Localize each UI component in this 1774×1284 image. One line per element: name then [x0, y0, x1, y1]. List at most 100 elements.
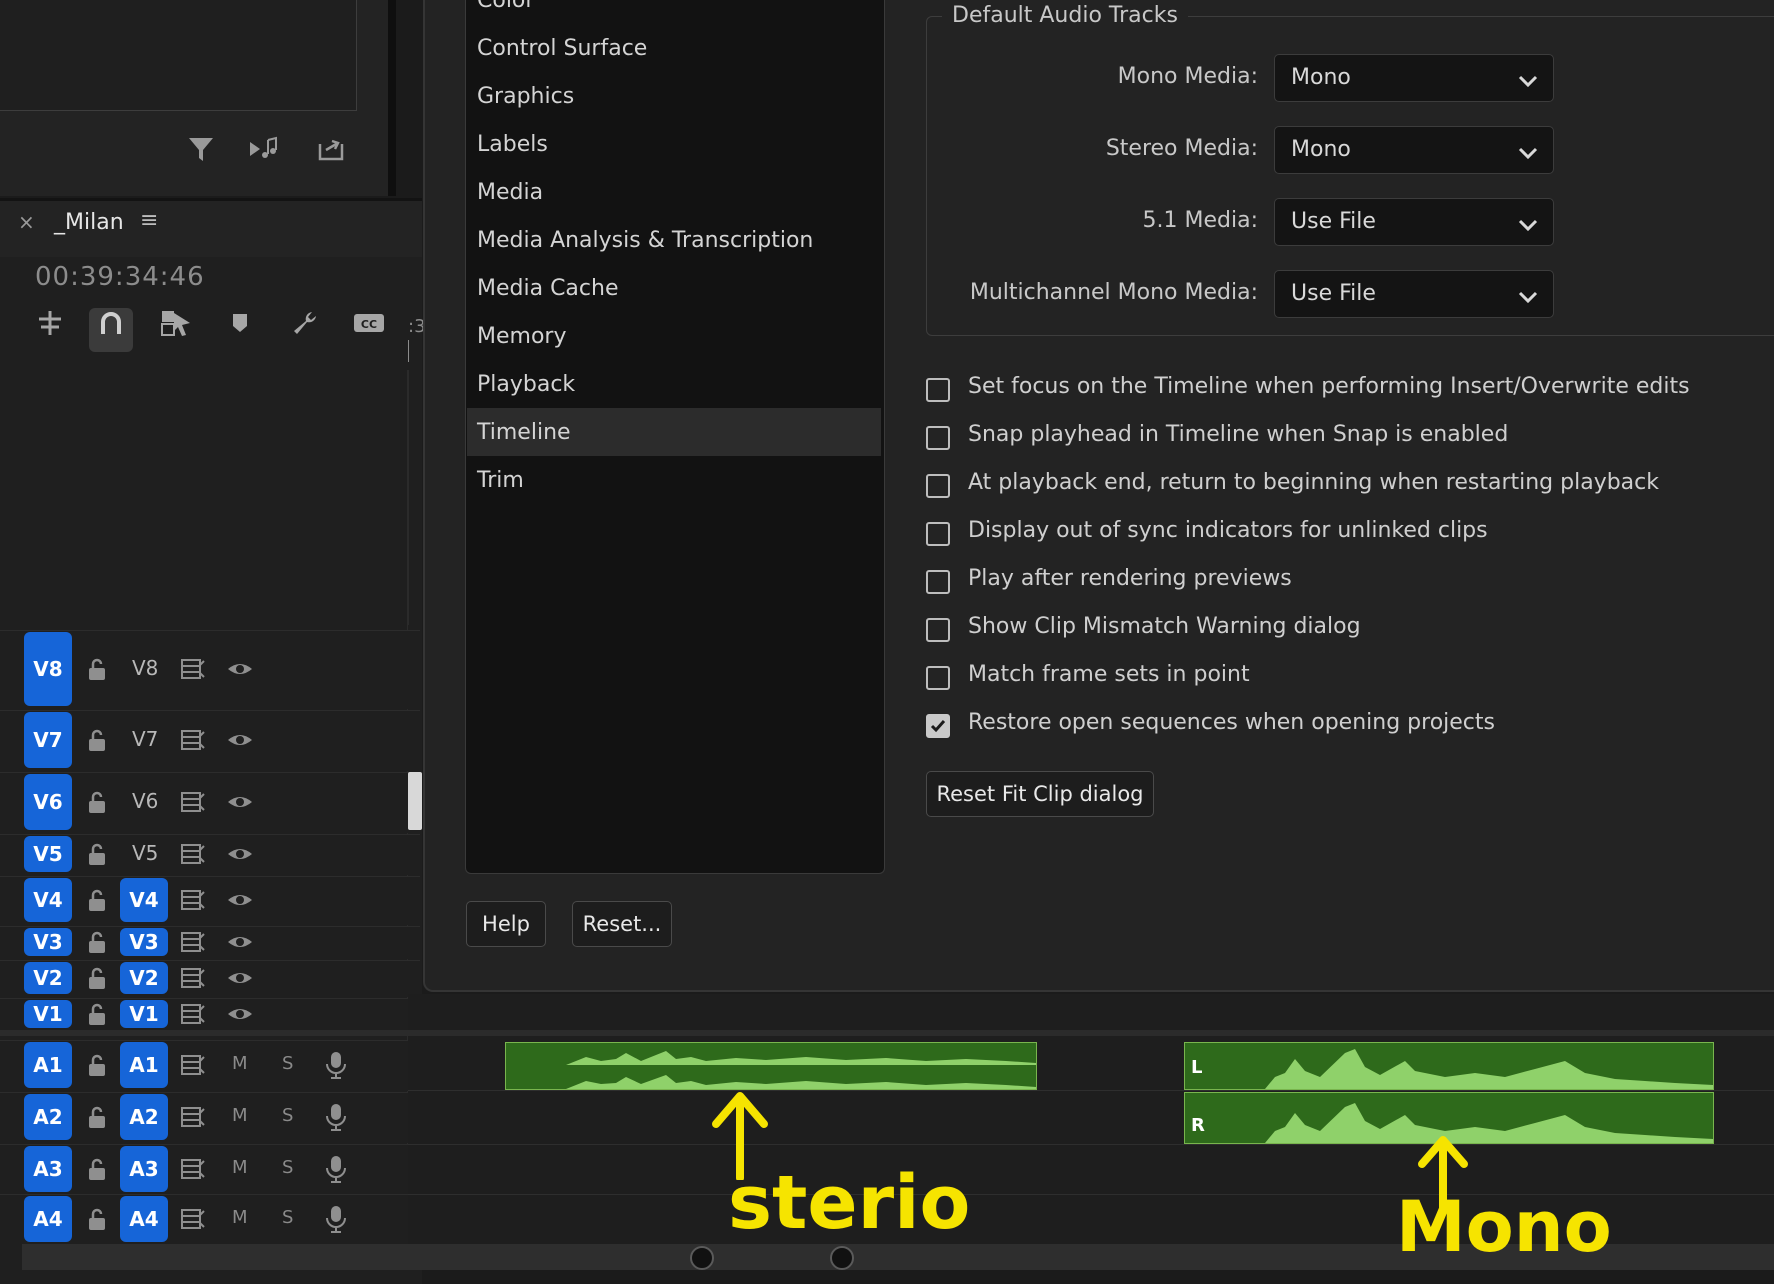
lock-icon[interactable] [86, 789, 108, 820]
playhead-line[interactable] [408, 340, 409, 362]
solo-button[interactable]: S [282, 1157, 293, 1178]
lock-icon[interactable] [86, 727, 108, 758]
source-patch-toggle[interactable]: A1 [120, 1042, 168, 1088]
track-target-toggle[interactable]: A3 [24, 1146, 72, 1192]
sync-lock-icon[interactable] [180, 888, 206, 917]
track-target-toggle[interactable]: V8 [24, 632, 72, 706]
category-item[interactable]: Media Cache [477, 266, 880, 312]
captions-icon[interactable]: CC [347, 308, 391, 352]
marker-icon[interactable] [218, 308, 262, 352]
source-patch-toggle[interactable]: V1 [120, 1000, 168, 1028]
track-target-toggle[interactable]: V5 [24, 836, 72, 872]
sequence-tab-name[interactable]: _Milan [54, 210, 124, 235]
insert-audio-icon[interactable] [248, 134, 282, 168]
category-item[interactable]: Playback [477, 362, 880, 408]
lock-icon[interactable] [86, 841, 108, 872]
linked-selection-icon[interactable] [154, 308, 198, 352]
track-target-toggle[interactable]: A4 [24, 1196, 72, 1242]
checkbox[interactable] [926, 522, 950, 546]
source-patch-toggle[interactable]: A4 [120, 1196, 168, 1242]
track-target-toggle[interactable]: V7 [24, 712, 72, 768]
solo-button[interactable]: S [282, 1207, 293, 1228]
checkbox[interactable] [926, 570, 950, 594]
track-target-toggle[interactable]: A2 [24, 1094, 72, 1140]
category-item[interactable]: Trim [477, 458, 880, 504]
mute-button[interactable]: M [232, 1207, 248, 1228]
export-icon[interactable] [314, 134, 348, 168]
checkbox[interactable] [926, 618, 950, 642]
help-button[interactable]: Help [466, 901, 546, 947]
track-target-toggle[interactable]: V3 [24, 928, 72, 956]
category-item[interactable]: Control Surface [477, 26, 880, 72]
wrench-icon[interactable] [283, 308, 327, 352]
checkbox[interactable] [926, 378, 950, 402]
track-target-toggle[interactable]: V6 [24, 774, 72, 830]
category-item[interactable]: Media Analysis & Transcription [477, 218, 880, 264]
panel-divider[interactable] [388, 0, 396, 196]
sync-lock-icon[interactable] [180, 728, 206, 757]
preference-checkbox-row[interactable]: Set focus on the Timeline when performin… [926, 370, 1746, 410]
eye-icon[interactable] [226, 888, 254, 917]
lock-icon[interactable] [86, 656, 108, 687]
mono-audio-clip-left[interactable]: L [1184, 1042, 1714, 1090]
sync-lock-icon[interactable] [180, 930, 206, 959]
track-target-toggle[interactable]: V4 [24, 878, 72, 922]
lock-icon[interactable] [86, 1052, 108, 1083]
source-patch-toggle[interactable]: V3 [120, 928, 168, 956]
sync-lock-icon[interactable] [180, 1207, 206, 1236]
checkbox[interactable] [926, 474, 950, 498]
lock-icon[interactable] [86, 1001, 108, 1032]
eye-icon[interactable] [226, 930, 254, 959]
category-item[interactable]: Media [477, 170, 880, 216]
preference-checkbox-row[interactable]: Play after rendering previews [926, 562, 1746, 602]
eye-icon[interactable] [226, 966, 254, 995]
sync-lock-icon[interactable] [180, 1053, 206, 1082]
lock-icon[interactable] [86, 1104, 108, 1135]
microphone-icon[interactable] [324, 1204, 348, 1239]
preference-checkbox-row[interactable]: Restore open sequences when opening proj… [926, 706, 1746, 746]
reset-fit-clip-button[interactable]: Reset Fit Clip dialog [926, 771, 1154, 817]
lock-icon[interactable] [86, 887, 108, 918]
track-target-toggle[interactable]: V2 [24, 962, 72, 994]
zoom-handle-left[interactable] [690, 1246, 714, 1270]
solo-button[interactable]: S [282, 1105, 293, 1126]
vertical-scrollbar-handle[interactable] [408, 772, 422, 830]
checkbox-checked[interactable] [926, 714, 950, 738]
preference-checkbox-row[interactable]: Display out of sync indicators for unlin… [926, 514, 1746, 554]
lock-icon[interactable] [86, 965, 108, 996]
mute-button[interactable]: M [232, 1105, 248, 1126]
panel-menu-icon[interactable]: ≡ [140, 208, 158, 233]
eye-icon[interactable] [226, 1002, 254, 1031]
playhead-timecode[interactable]: 00:39:34:46 [35, 262, 205, 292]
stereo-audio-clip[interactable] [505, 1042, 1037, 1090]
source-patch-toggle[interactable]: A2 [120, 1094, 168, 1140]
source-patch-toggle[interactable]: A3 [120, 1146, 168, 1192]
sync-lock-icon[interactable] [180, 790, 206, 819]
lock-icon[interactable] [86, 1156, 108, 1187]
preference-checkbox-row[interactable]: At playback end, return to beginning whe… [926, 466, 1746, 506]
preference-checkbox-row[interactable]: Match frame sets in point [926, 658, 1746, 698]
checkbox[interactable] [926, 666, 950, 690]
sync-lock-icon[interactable] [180, 1002, 206, 1031]
solo-button[interactable]: S [282, 1053, 293, 1074]
mute-button[interactable]: M [232, 1157, 248, 1178]
zoom-handle-right[interactable] [830, 1246, 854, 1270]
sync-lock-icon[interactable] [180, 966, 206, 995]
eye-icon[interactable] [226, 728, 254, 757]
snap-icon[interactable] [89, 308, 133, 352]
category-item[interactable]: Graphics [477, 74, 880, 120]
lock-icon[interactable] [86, 1206, 108, 1237]
microphone-icon[interactable] [324, 1050, 348, 1085]
preference-checkbox-row[interactable]: Snap playhead in Timeline when Snap is e… [926, 418, 1746, 458]
category-item[interactable]: Timeline [477, 410, 880, 456]
source-patch-toggle[interactable]: V4 [120, 878, 168, 922]
category-item[interactable]: Labels [477, 122, 880, 168]
eye-icon[interactable] [226, 657, 254, 686]
filter-icon[interactable] [184, 134, 218, 168]
lock-icon[interactable] [86, 929, 108, 960]
nest-icon[interactable] [28, 308, 72, 352]
sync-lock-icon[interactable] [180, 657, 206, 686]
category-item[interactable]: Memory [477, 314, 880, 360]
audio-track-dropdown[interactable]: Mono [1274, 126, 1554, 174]
microphone-icon[interactable] [324, 1102, 348, 1137]
